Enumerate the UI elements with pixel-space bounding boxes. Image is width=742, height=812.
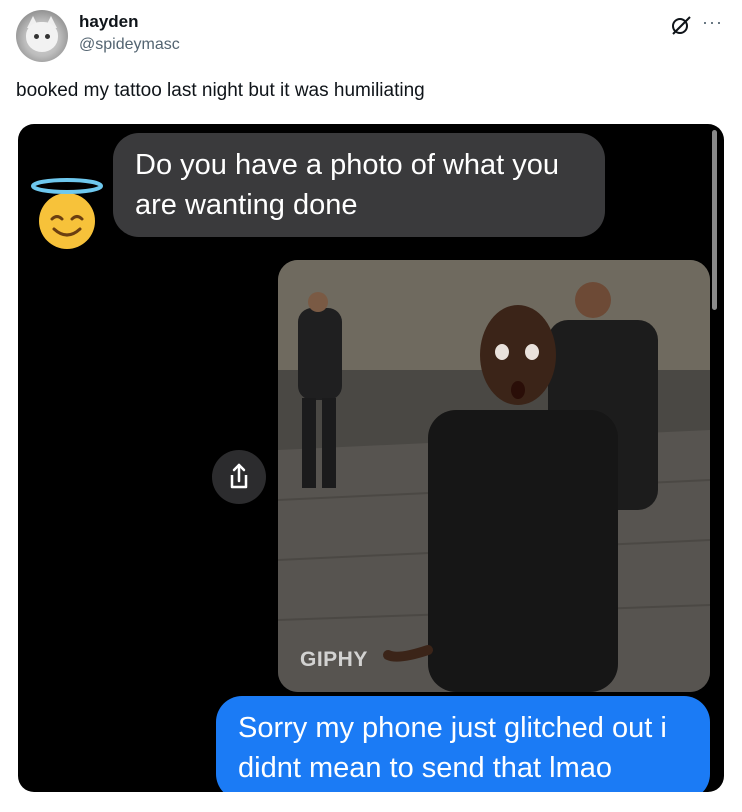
gif-image[interactable]: GIPHY bbox=[278, 260, 710, 692]
cat-eye-left bbox=[34, 34, 39, 39]
tweet-media[interactable]: Do you have a photo of what you are want… bbox=[18, 124, 724, 792]
share-icon bbox=[230, 463, 248, 489]
cat-eye-right bbox=[45, 34, 50, 39]
smiling-face-with-halo-emoji bbox=[31, 178, 103, 249]
user-handle[interactable]: @spideymasc bbox=[79, 36, 180, 54]
gif-scene bbox=[278, 260, 710, 692]
more-icon[interactable]: ··· bbox=[702, 12, 723, 33]
giphy-watermark: GIPHY bbox=[300, 648, 368, 671]
share-button[interactable] bbox=[212, 450, 266, 504]
avatar[interactable] bbox=[16, 10, 68, 62]
grok-icon[interactable] bbox=[670, 14, 692, 36]
cat-face bbox=[26, 22, 58, 52]
tweet-text: booked my tattoo last night but it was h… bbox=[16, 80, 425, 101]
tweet-header: hayden @spideymasc ··· bbox=[16, 10, 726, 62]
scrollbar[interactable] bbox=[712, 130, 717, 310]
outgoing-message-bubble: Sorry my phone just glitched out i didnt… bbox=[216, 696, 710, 792]
display-name[interactable]: hayden bbox=[79, 12, 139, 32]
incoming-message-bubble: Do you have a photo of what you are want… bbox=[113, 133, 605, 237]
